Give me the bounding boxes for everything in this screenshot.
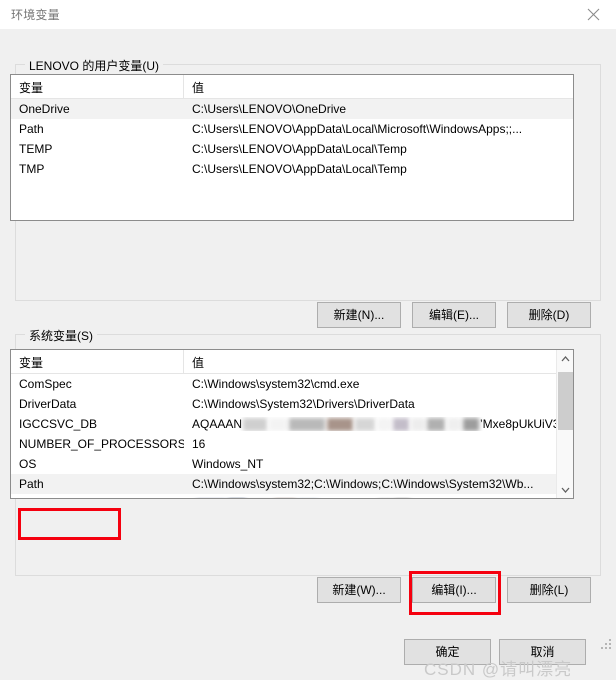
cancel-button[interactable]: 取消 bbox=[499, 639, 586, 665]
user-var-value: C:\Users\LENOVO\OneDrive bbox=[192, 102, 347, 116]
user-var-name: OneDrive bbox=[19, 102, 70, 116]
user-delete-button[interactable]: 删除(D) bbox=[507, 302, 591, 328]
user-edit-button[interactable]: 编辑(E)... bbox=[412, 302, 496, 328]
system-var-value: C:\Windows\system32;C:\Windows;C:\Window… bbox=[192, 477, 534, 491]
system-list-scrollbar[interactable] bbox=[556, 350, 573, 498]
system-var-value-prefix: . bbox=[192, 497, 195, 498]
close-glyph bbox=[587, 8, 600, 21]
system-var-name: NUMBER_OF_PROCESSORS bbox=[19, 437, 184, 451]
system-list-body: ComSpec C:\Windows\system32\cmd.exe Driv… bbox=[11, 374, 573, 499]
redaction-block bbox=[411, 418, 426, 432]
system-var-value-prefix: AQAAAN bbox=[192, 416, 243, 431]
chevron-down-icon[interactable] bbox=[557, 481, 573, 498]
redaction-block bbox=[393, 418, 410, 432]
system-var-name: ComSpec bbox=[19, 377, 72, 391]
system-var-value: . .VBS;.VBE ;.WSF;.WSH;.MSC bbox=[184, 497, 573, 499]
user-var-name: TEMP bbox=[19, 142, 53, 156]
redaction-block bbox=[274, 498, 296, 499]
redaction-block bbox=[248, 498, 272, 499]
system-list-header: 变量 值 bbox=[11, 350, 573, 374]
user-column-header-value[interactable]: 值 bbox=[184, 75, 573, 98]
user-new-button[interactable]: 新建(N)... bbox=[317, 302, 401, 328]
redaction-block bbox=[427, 418, 446, 432]
user-list-body: OneDrive C:\Users\LENOVO\OneDrive Path C… bbox=[11, 99, 573, 179]
window-title: 环境变量 bbox=[11, 8, 60, 22]
redaction-block bbox=[243, 418, 268, 432]
system-var-name: PATHEXT bbox=[11, 497, 184, 498]
user-var-value: C:\Users\LENOVO\AppData\Local\Temp bbox=[192, 142, 407, 156]
dialog-body: LENOVO 的用户变量(U) 变量 值 OneDrive C:\Users\L… bbox=[0, 29, 616, 679]
redaction-block bbox=[378, 498, 392, 499]
redaction-block bbox=[196, 498, 226, 499]
table-row[interactable]: ComSpec C:\Windows\system32\cmd.exe bbox=[11, 374, 573, 394]
table-row[interactable]: NUMBER_OF_PROCESSORS 16 bbox=[11, 434, 573, 454]
system-var-name: DriverData bbox=[19, 397, 77, 411]
system-column-header-value[interactable]: 值 bbox=[184, 350, 573, 373]
system-edit-button[interactable]: 编辑(I)... bbox=[412, 577, 496, 603]
user-var-value: C:\Users\LENOVO\AppData\Local\Temp bbox=[192, 162, 407, 176]
system-delete-button[interactable]: 删除(L) bbox=[507, 577, 591, 603]
redaction-block bbox=[394, 498, 410, 499]
system-var-value: C:\Windows\System32\Drivers\DriverData bbox=[192, 397, 415, 411]
chevron-up-glyph bbox=[561, 355, 570, 361]
system-var-value: 16 bbox=[192, 437, 206, 451]
system-variables-list[interactable]: 变量 值 ComSpec C:\Windows\system32\cmd.exe… bbox=[10, 349, 574, 499]
user-var-name: TMP bbox=[19, 162, 45, 176]
user-var-value: C:\Users\LENOVO\AppData\Local\Microsoft\… bbox=[192, 122, 523, 136]
user-var-name: Path bbox=[19, 122, 44, 136]
table-row[interactable]: IGCCSVC_DB AQAAAN’Mxe8pUkUiV3Sa... bbox=[11, 414, 573, 434]
system-var-value: C:\Windows\system32\cmd.exe bbox=[192, 377, 360, 391]
system-var-value: Windows_NT bbox=[192, 457, 264, 471]
system-variables-group-label: 系统变量(S) bbox=[25, 327, 97, 344]
close-icon[interactable] bbox=[571, 0, 616, 29]
title-bar: 环境变量 bbox=[0, 0, 616, 29]
redaction-block bbox=[289, 418, 326, 432]
system-var-name: Path bbox=[19, 477, 44, 491]
system-var-value: AQAAAN’Mxe8pUkUiV3Sa... bbox=[184, 416, 573, 432]
redaction-block bbox=[447, 418, 462, 432]
redaction-block bbox=[463, 418, 480, 432]
table-row[interactable]: Path C:\Users\LENOVO\AppData\Local\Micro… bbox=[11, 119, 573, 139]
chevron-up-icon[interactable] bbox=[557, 350, 573, 367]
system-new-button[interactable]: 新建(W)... bbox=[317, 577, 401, 603]
system-var-name: IGCCSVC_DB bbox=[19, 417, 98, 431]
redaction-block bbox=[269, 418, 288, 432]
redaction-block bbox=[327, 418, 354, 432]
table-row[interactable]: TMP C:\Users\LENOVO\AppData\Local\Temp bbox=[11, 159, 573, 179]
ok-button[interactable]: 确定 bbox=[404, 639, 491, 665]
table-row[interactable]: OS Windows_NT bbox=[11, 454, 573, 474]
redaction-block bbox=[298, 498, 318, 499]
system-var-name: OS bbox=[19, 457, 37, 471]
user-variables-list[interactable]: 变量 值 OneDrive C:\Users\LENOVO\OneDrive P… bbox=[10, 74, 574, 221]
table-row[interactable]: PATHEXT . .VBS;.VBE ;.WSF;.WSH;.MSC bbox=[11, 494, 573, 499]
redaction-block bbox=[228, 498, 246, 499]
user-list-header: 变量 值 bbox=[11, 75, 573, 99]
resize-grip-icon[interactable] bbox=[601, 639, 613, 651]
table-row[interactable]: DriverData C:\Windows\System32\Drivers\D… bbox=[11, 394, 573, 414]
chevron-down-glyph bbox=[561, 487, 570, 493]
system-var-value-mid: .VBS;.VBE bbox=[319, 497, 377, 498]
redaction-block bbox=[355, 418, 376, 432]
scrollbar-thumb[interactable] bbox=[558, 372, 573, 430]
user-column-header-variable[interactable]: 变量 bbox=[11, 75, 184, 98]
redaction-block bbox=[377, 418, 392, 432]
table-row[interactable]: TEMP C:\Users\LENOVO\AppData\Local\Temp bbox=[11, 139, 573, 159]
system-column-header-variable[interactable]: 变量 bbox=[11, 350, 184, 373]
system-var-value-suffix: ;.WSF;.WSH;.MSC bbox=[411, 497, 512, 498]
table-row[interactable]: OneDrive C:\Users\LENOVO\OneDrive bbox=[11, 99, 573, 119]
table-row[interactable]: Path C:\Windows\system32;C:\Windows;C:\W… bbox=[11, 474, 573, 494]
user-variables-group-label: LENOVO 的用户变量(U) bbox=[25, 57, 164, 74]
